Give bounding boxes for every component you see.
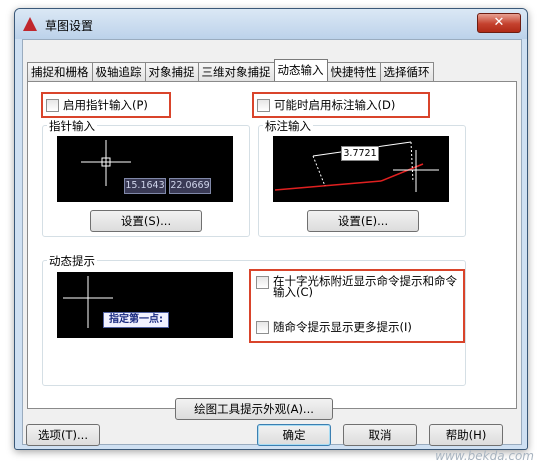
tab-object-snap[interactable]: 对象捕捉 bbox=[144, 62, 199, 81]
dynamic-prompt-preview: 指定第一点: bbox=[57, 272, 233, 338]
tab-selection-cycling[interactable]: 选择循环 bbox=[379, 62, 434, 81]
checkbox-box[interactable] bbox=[256, 320, 269, 334]
help-button[interactable]: 帮助(H) bbox=[429, 424, 503, 446]
checkbox-box[interactable] bbox=[257, 98, 270, 112]
options-button[interactable]: 选项(T)... bbox=[26, 424, 100, 446]
tab-strip: 捕捉和栅格 极轴追踪 对象捕捉 三维对象捕捉 动态输入 快捷特性 选择循环 bbox=[27, 59, 434, 81]
tab-dynamic-input[interactable]: 动态输入 bbox=[273, 59, 328, 81]
dimension-settings-button[interactable]: 设置(E)... bbox=[307, 210, 419, 232]
enable-pointer-input-checkbox[interactable]: 启用指针输入(P) bbox=[46, 97, 148, 113]
pointer-input-group-label: 指针输入 bbox=[47, 118, 97, 134]
tab-polar-tracking[interactable]: 极轴追踪 bbox=[91, 62, 146, 81]
prompt-crosshair-graphic bbox=[63, 276, 113, 328]
dynamic-prompt-tooltip: 指定第一点: bbox=[103, 312, 169, 328]
tab-3d-object-snap[interactable]: 三维对象捕捉 bbox=[197, 62, 275, 81]
autocad-logo-icon bbox=[23, 17, 37, 31]
checkbox-box[interactable] bbox=[256, 276, 269, 289]
dynamic-input-panel: 启用指针输入(P) 可能时启用标注输入(D) 指针输入 15.1643 22.0… bbox=[27, 81, 517, 420]
tab-quick-properties[interactable]: 快捷特性 bbox=[326, 62, 381, 81]
dimension-input-preview: 3.7721 bbox=[273, 136, 449, 202]
show-additional-tips-label: 随命令提示显示更多提示(I) bbox=[273, 320, 412, 334]
pointer-input-preview: 15.1643 22.0669 bbox=[57, 136, 233, 202]
drafting-tooltip-appearance-button[interactable]: 绘图工具提示外观(A)... bbox=[175, 398, 333, 420]
cancel-button[interactable]: 取消 bbox=[343, 424, 417, 446]
dialog-body: 捕捉和栅格 极轴追踪 对象捕捉 三维对象捕捉 动态输入 快捷特性 选择循环 启用… bbox=[22, 39, 522, 446]
enable-dimension-input-label: 可能时启用标注输入(D) bbox=[274, 98, 396, 112]
dialog-title: 草图设置 bbox=[45, 19, 94, 33]
close-button[interactable]: ✕ bbox=[477, 13, 521, 33]
title-bar[interactable]: 草图设置 ✕ bbox=[15, 9, 527, 39]
ok-button[interactable]: 确定 bbox=[257, 424, 331, 446]
dimension-input-group-label: 标注输入 bbox=[263, 118, 313, 134]
dynamic-prompt-group-label: 动态提示 bbox=[47, 253, 97, 269]
enable-dimension-input-checkbox[interactable]: 可能时启用标注输入(D) bbox=[257, 97, 395, 113]
dimension-preview-value: 3.7721 bbox=[341, 146, 379, 161]
enable-pointer-input-label: 启用指针输入(P) bbox=[63, 98, 148, 112]
checkbox-box[interactable] bbox=[46, 98, 59, 112]
tab-snap-grid[interactable]: 捕捉和栅格 bbox=[27, 62, 93, 81]
pointer-preview-y-value: 22.0669 bbox=[169, 178, 211, 194]
pointer-settings-button[interactable]: 设置(S)... bbox=[90, 210, 202, 232]
show-prompt-near-crosshair-label: 在十字光标附近显示命令提示和命令输入(C) bbox=[273, 274, 457, 299]
site-watermark: www.bekda.com bbox=[435, 449, 534, 463]
pointer-preview-x-value: 15.1643 bbox=[124, 178, 166, 194]
show-additional-tips-checkbox[interactable]: 随命令提示显示更多提示(I) bbox=[256, 319, 412, 335]
drafting-settings-dialog: 草图设置 ✕ 捕捉和栅格 极轴追踪 对象捕捉 三维对象捕捉 动态输入 快捷特性 … bbox=[14, 8, 528, 450]
show-prompt-near-crosshair-checkbox[interactable]: 在十字光标附近显示命令提示和命令输入(C) bbox=[256, 274, 460, 299]
